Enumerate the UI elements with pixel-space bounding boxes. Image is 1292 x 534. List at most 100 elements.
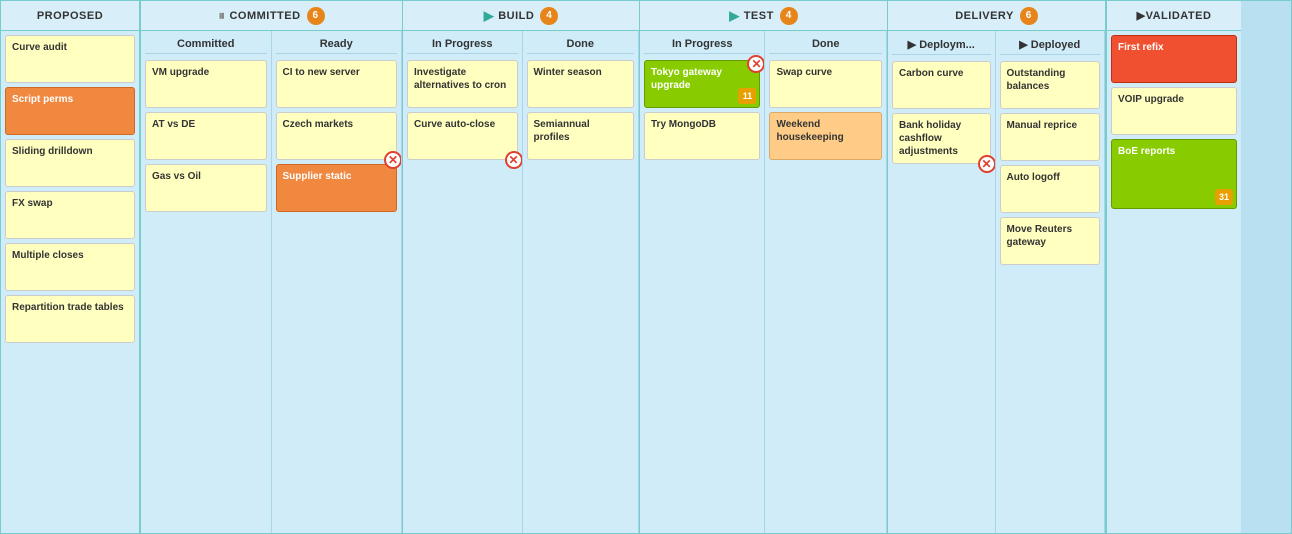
build-group: ▶ BUILD 4 In Progress Investigate altern… (403, 1, 640, 533)
card-title: AT vs DE (152, 118, 260, 131)
build-badge: 4 (540, 7, 558, 25)
card-title: VOIP upgrade (1118, 93, 1230, 106)
delivery-group-body: ▶ Deploym... Carbon curve Bank holiday c… (888, 31, 1105, 533)
card-repartition[interactable]: Repartition trade tables (5, 295, 135, 343)
card-script-perms[interactable]: Script perms (5, 87, 135, 135)
card-title: Swap curve (776, 66, 875, 79)
build-inprogress-lane: In Progress Investigate alternatives to … (403, 31, 523, 533)
card-try-mongodb[interactable]: Try MongoDB (644, 112, 760, 160)
card-title: Move Reuters gateway (1007, 223, 1094, 249)
kanban-board: PROPOSED Curve audit Script perms Slidin… (0, 0, 1292, 534)
card-at-vs-de[interactable]: AT vs DE (145, 112, 267, 160)
committed-badge: 6 (307, 7, 325, 25)
delete-button[interactable]: ✕ (978, 155, 996, 173)
build-done-header: Done (527, 35, 635, 54)
delivery-label: DELIVERY (955, 10, 1014, 22)
committed-group-body: Committed VM upgrade AT vs DE Gas vs Oil… (141, 31, 402, 533)
proposed-column: PROPOSED Curve audit Script perms Slidin… (1, 1, 141, 533)
committed-group-header: ⏸ COMMITTED 6 (141, 1, 402, 31)
delete-button[interactable]: ✕ (505, 151, 523, 169)
card-curve-audit[interactable]: Curve audit (5, 35, 135, 83)
card-boe-reports[interactable]: BoE reports 31 (1111, 139, 1237, 209)
card-curve-auto-close[interactable]: Curve auto-close ✕ (407, 112, 518, 160)
arrow-icon: ▶ (484, 8, 495, 24)
ready-lane: Ready CI to new server Czech markets ✕ S… (272, 31, 403, 533)
card-czech-markets[interactable]: Czech markets ✕ (276, 112, 398, 160)
validated-header: ▶ VALIDATED (1107, 1, 1241, 31)
card-gas-vs-oil[interactable]: Gas vs Oil (145, 164, 267, 212)
card-winter-season[interactable]: Winter season (527, 60, 635, 108)
committed-group: ⏸ COMMITTED 6 Committed VM upgrade AT vs… (141, 1, 403, 533)
card-title: Outstanding balances (1007, 67, 1094, 93)
validated-body: First refix VOIP upgrade BoE reports 31 (1107, 31, 1241, 213)
proposed-body: Curve audit Script perms Sliding drilldo… (1, 31, 139, 347)
pause-icon: ⏸ (218, 8, 225, 24)
test-group-body: In Progress Tokyo gateway upgrade 11 ✕ T… (640, 31, 887, 533)
test-label: TEST (744, 10, 774, 22)
delivery-group: DELIVERY 6 ▶ Deploym... Carbon curve Ban… (888, 1, 1106, 533)
card-title: VM upgrade (152, 66, 260, 79)
deployed-header: ▶ Deployed (1000, 35, 1101, 55)
card-title: Multiple closes (12, 249, 128, 262)
committed-lane-header: Committed (145, 35, 267, 54)
deployment-header: ▶ Deploym... (892, 35, 991, 55)
arrow-icon: ▶ (1019, 39, 1027, 51)
card-ci-to-new-server[interactable]: CI to new server (276, 60, 398, 108)
card-supplier-static[interactable]: Supplier static (276, 164, 398, 212)
card-title: FX swap (12, 197, 128, 210)
delete-button[interactable]: ✕ (747, 55, 765, 73)
card-title: Repartition trade tables (12, 301, 128, 314)
card-title: Script perms (12, 93, 128, 106)
arrow-icon: ▶ (729, 8, 740, 24)
calendar-badge: 11 (738, 88, 756, 104)
card-carbon-curve[interactable]: Carbon curve (892, 61, 991, 109)
card-investigate[interactable]: Investigate alternatives to cron (407, 60, 518, 108)
card-title: Winter season (534, 66, 628, 79)
test-group: ▶ TEST 4 In Progress Tokyo gateway upgra… (640, 1, 888, 533)
card-move-reuters[interactable]: Move Reuters gateway (1000, 217, 1101, 265)
card-outstanding-balances[interactable]: Outstanding balances (1000, 61, 1101, 109)
card-auto-logoff[interactable]: Auto logoff (1000, 165, 1101, 213)
build-label: BUILD (498, 10, 534, 22)
committed-lane: Committed VM upgrade AT vs DE Gas vs Oil (141, 31, 272, 533)
card-fx-swap[interactable]: FX swap (5, 191, 135, 239)
arrow-icon: ▶ (1137, 9, 1146, 22)
card-title: Bank holiday cashflow adjustments (899, 119, 984, 158)
card-weekend-housekeeping[interactable]: Weekend housekeeping (769, 112, 882, 160)
card-semiannual[interactable]: Semiannual profiles (527, 112, 635, 160)
deployed-lane: ▶ Deployed Outstanding balances Manual r… (996, 31, 1106, 533)
card-title: Curve audit (12, 41, 128, 54)
card-title: Manual reprice (1007, 119, 1094, 132)
test-done-lane: Done Swap curve Weekend housekeeping (765, 31, 887, 533)
test-group-header: ▶ TEST 4 (640, 1, 887, 31)
card-multiple-closes[interactable]: Multiple closes (5, 243, 135, 291)
card-first-refix[interactable]: First refix (1111, 35, 1237, 83)
card-title: Try MongoDB (651, 118, 753, 131)
card-title: Investigate alternatives to cron (414, 66, 511, 92)
delete-button[interactable]: ✕ (384, 151, 402, 169)
card-title: Curve auto-close (414, 118, 511, 131)
card-sliding-drilldown[interactable]: Sliding drilldown (5, 139, 135, 187)
card-title: BoE reports (1118, 145, 1230, 158)
arrow-icon: ▶ (908, 39, 916, 51)
card-title: First refix (1118, 41, 1230, 54)
card-tokyo-gateway[interactable]: Tokyo gateway upgrade 11 ✕ (644, 60, 760, 108)
card-title: Sliding drilldown (12, 145, 128, 158)
card-voip-upgrade[interactable]: VOIP upgrade (1111, 87, 1237, 135)
build-done-lane: Done Winter season Semiannual profiles (523, 31, 640, 533)
test-inprogress-header: In Progress (644, 35, 760, 54)
card-title: Czech markets (283, 118, 391, 131)
build-group-header: ▶ BUILD 4 (403, 1, 639, 31)
card-title: Gas vs Oil (152, 170, 260, 183)
proposed-header: PROPOSED (1, 1, 139, 31)
card-bank-holiday[interactable]: Bank holiday cashflow adjustments ✕ (892, 113, 991, 164)
validated-column: ▶ VALIDATED First refix VOIP upgrade BoE… (1106, 1, 1241, 533)
card-manual-reprice[interactable]: Manual reprice (1000, 113, 1101, 161)
card-swap-curve[interactable]: Swap curve (769, 60, 882, 108)
committed-label: COMMITTED (229, 10, 300, 22)
card-title: Supplier static (283, 170, 391, 183)
delivery-badge: 6 (1020, 7, 1038, 25)
delivery-group-header: DELIVERY 6 (888, 1, 1105, 31)
card-title: Auto logoff (1007, 171, 1094, 184)
card-vm-upgrade[interactable]: VM upgrade (145, 60, 267, 108)
